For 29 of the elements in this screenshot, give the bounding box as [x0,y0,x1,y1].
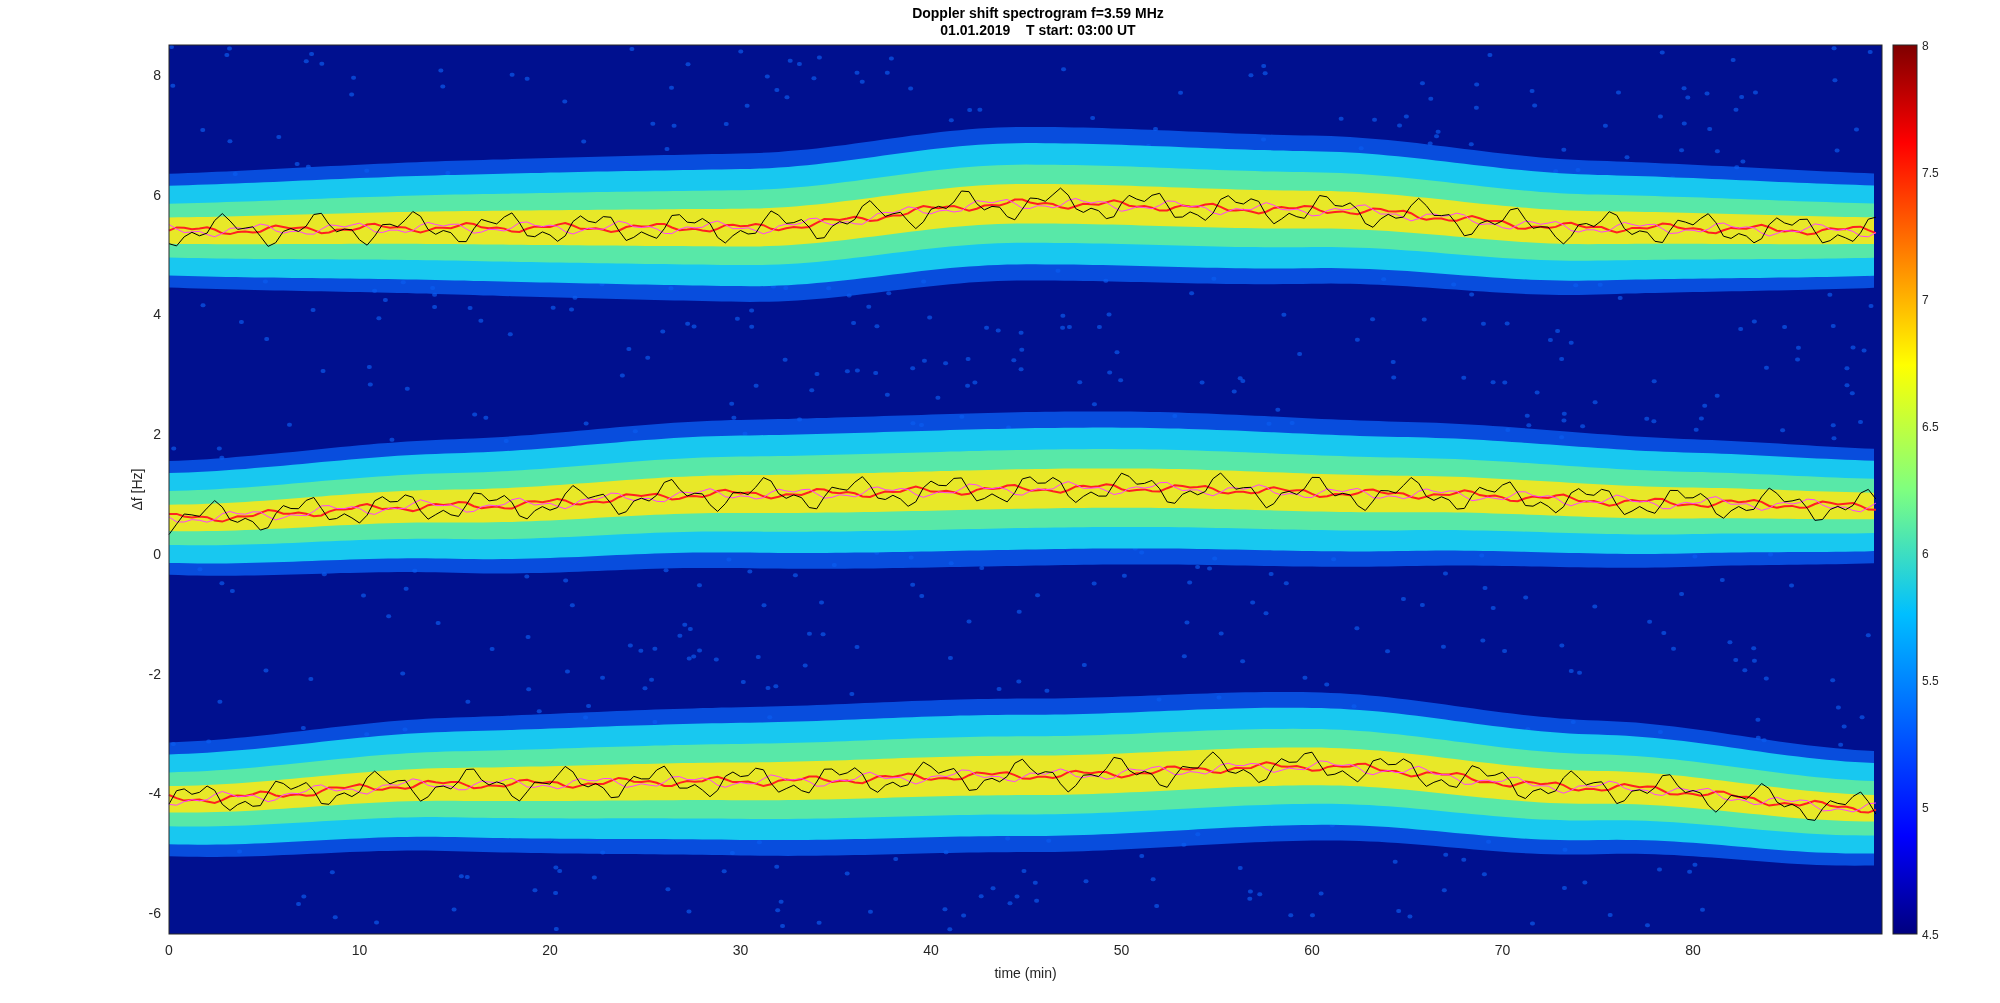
tick-label: 10 [351,942,368,958]
tick-label: 80 [1685,942,1701,958]
axis-title: time (min) [994,965,1057,981]
tick-label: 4 [153,306,161,323]
tick-label: -4 [148,785,161,802]
tick-label: 6.5 [1922,420,1939,434]
tick-label: 60 [1304,942,1320,958]
tick-label: 20 [542,942,558,958]
tick-label: 0 [165,942,173,958]
tick-label: 5 [1922,801,1929,815]
tick-label: 6 [1922,547,1929,561]
tick-label: 6 [153,186,161,203]
tick-label: 0 [153,545,161,562]
chart-title: 01.01.2019 T start: 03:00 UT [940,22,1136,38]
tick-label: 8 [153,67,161,83]
tick-label: 4.5 [1922,928,1939,942]
tick-label: 5.5 [1922,674,1939,688]
tick-label: -2 [148,665,161,682]
tick-label: 30 [732,942,749,958]
tick-label: 40 [923,942,939,958]
tick-label: 7 [1922,293,1929,307]
axis-title: Δf [Hz] [129,468,145,511]
tick-label: 7.5 [1922,166,1939,180]
tick-label: -6 [148,905,161,922]
tick-label: 2 [153,426,161,443]
tick-label: 50 [1113,942,1130,958]
tick-label: 8 [1922,39,1929,53]
chart-title: Doppler shift spectrogram f=3.59 MHz [912,5,1164,21]
tick-label: 70 [1494,942,1511,958]
